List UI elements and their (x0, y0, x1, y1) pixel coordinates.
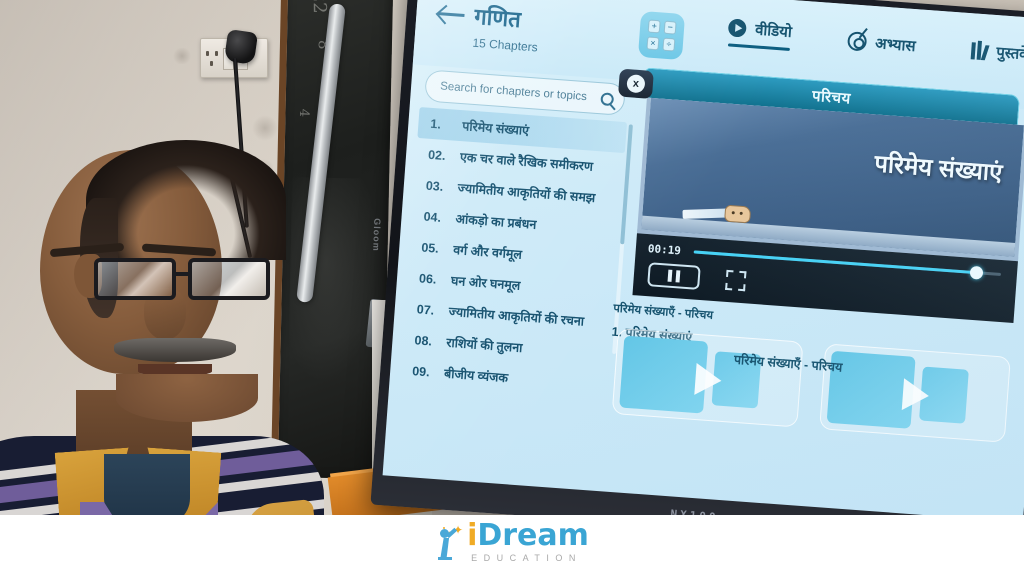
chapter-name: परिमेय संख्याएं (461, 119, 530, 139)
slide-title: परिमेय संख्याएं (873, 150, 1004, 187)
chapter-number: 03. (425, 178, 444, 194)
chapter-name: राशियों की तुलना (445, 335, 523, 356)
tab-books[interactable]: पुस्तकें (970, 40, 1024, 64)
calc-key-plus: + (647, 19, 661, 34)
close-icon: x (626, 74, 646, 94)
tab-practice[interactable]: अभ्यास (846, 31, 917, 56)
slide-character-icon (724, 204, 752, 224)
fullscreen-icon[interactable] (725, 269, 747, 292)
tab-practice-label: अभ्यास (874, 34, 917, 55)
search-icon[interactable] (600, 91, 615, 106)
chapter-number: 1. (429, 116, 442, 132)
chin (116, 374, 258, 422)
chalk-mark: 4 (295, 108, 312, 118)
screenshot-root: 22 8 4 Gloom गणित 15 Chapters + − × ÷ वी… (0, 0, 1024, 569)
tab-videos-label: वीडियो (754, 21, 793, 42)
logo-text: iDream EDUCATION (467, 518, 589, 564)
back-arrow-icon[interactable] (438, 3, 465, 25)
chapter-name: एक चर वाले रैखिक समीकरण (459, 150, 594, 174)
kid-with-star-icon: ✦ ✦ (435, 524, 463, 560)
eyeglasses (92, 258, 288, 302)
video-thumbnail-card-1[interactable] (611, 328, 804, 428)
chapter-name: ज्यामितीय आकृतियों की रचना (448, 304, 585, 329)
chalk-mark: 22 (308, 0, 330, 14)
active-tab-indicator (727, 43, 790, 51)
logo-subtitle: EDUCATION (471, 553, 582, 563)
wall-scuff (252, 115, 278, 141)
branding-bar: ✦ ✦ iDream EDUCATION (0, 515, 1024, 569)
video-window-title: परिचय (811, 87, 852, 108)
chapter-number: 08. (414, 333, 433, 349)
tv-screen: गणित 15 Chapters + − × ÷ वीडियो अभ्यास प… (382, 0, 1024, 523)
calc-key-divide: ÷ (662, 37, 676, 52)
television: NX100 गणित 15 Chapters + − × (370, 0, 1024, 562)
video-current-time: 00:19 (647, 242, 682, 258)
play-circle-icon (727, 18, 747, 38)
logo-dream: Dream (477, 518, 589, 553)
video-player-panel: x परिचय परिमेय संख्याएं 00:19 परिमेय संख… (596, 66, 1024, 522)
chapter-number: 05. (420, 240, 440, 256)
close-button[interactable]: x (617, 68, 654, 99)
tab-videos[interactable]: वीडियो (727, 17, 793, 51)
chapter-number: 02. (427, 147, 447, 163)
head (40, 140, 286, 422)
calc-key-multiply: × (646, 36, 660, 51)
chapter-number: 06. (418, 271, 437, 287)
slide-pointer-icon (682, 208, 729, 219)
chapter-number: 09. (411, 364, 431, 380)
books-icon (970, 40, 990, 61)
tab-books-label: पुस्तकें (995, 43, 1024, 64)
pause-icon[interactable] (647, 262, 701, 290)
search-placeholder: Search for chapters or topics (439, 80, 588, 104)
header-left: गणित 15 Chapters (414, 0, 637, 61)
calc-key-minus: − (663, 20, 677, 35)
chapter-name: ज्यामितीय आकृतियों की समझ (457, 181, 596, 206)
person-teacher: MG (0, 140, 336, 569)
chapter-name: वर्ग और वर्गमूल (452, 242, 523, 262)
page-title: गणित (473, 3, 522, 33)
play-icon (619, 335, 709, 414)
mount-brand-label: Gloom (371, 218, 383, 252)
tv-bezel: NX100 गणित 15 Chapters + − × (370, 0, 1024, 553)
target-icon (846, 31, 868, 52)
calculator-icon[interactable]: + − × ÷ (637, 10, 686, 61)
video-thumbnail-card-2[interactable] (819, 343, 1011, 443)
video-progress-knob[interactable] (969, 265, 984, 280)
chapter-number: 04. (423, 209, 442, 225)
chapter-name: आंकड़ो का प्रबंधन (455, 211, 537, 232)
wall-scuff (172, 48, 192, 64)
logo-i: i (467, 518, 478, 553)
header-tabs: वीडियो अभ्यास पुस्तकें (683, 0, 1024, 69)
chapter-name: बीजीय व्यंजक (443, 366, 509, 386)
chapter-number: 07. (416, 302, 435, 318)
chapter-name: घन ओर घनमूल (450, 273, 521, 293)
mustache (114, 338, 236, 362)
chapter-list: 1. परिमेय संख्याएं 02. एक चर वाले रैखिक … (399, 106, 633, 400)
